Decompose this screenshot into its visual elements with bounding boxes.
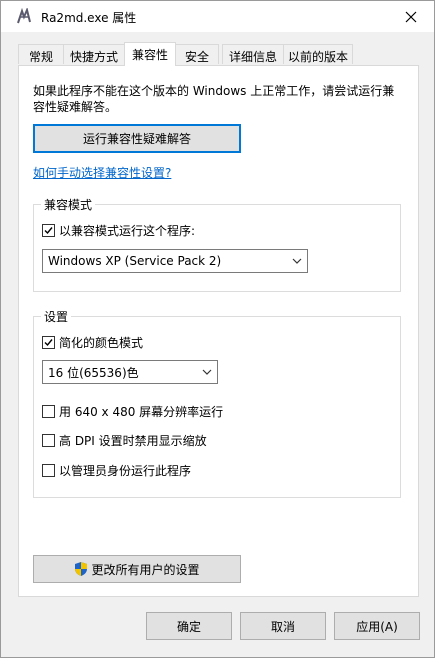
- compatibility-panel: 如果此程序不能在这个版本的 Windows 上正常工作，请尝试运行兼容性疑难解答…: [18, 65, 419, 597]
- compat-mode-label: 以兼容模式运行这个程序:: [59, 224, 196, 238]
- tab-details[interactable]: 详细信息: [222, 44, 284, 64]
- title-bar[interactable]: Ra2md.exe 属性: [1, 1, 434, 32]
- compat-mode-group: 兼容模式 以兼容模式运行这个程序: Windows XP (Service Pa…: [33, 196, 401, 292]
- troubleshoot-button[interactable]: 运行兼容性疑难解答: [33, 124, 241, 153]
- cancel-button[interactable]: 取消: [240, 612, 326, 640]
- intro-text: 如果此程序不能在这个版本的 Windows 上正常工作，请尝试运行兼容性疑难解答…: [33, 84, 395, 114]
- res-640-row[interactable]: 用 640 x 480 屏幕分辨率运行: [42, 403, 223, 420]
- compat-mode-title: 兼容模式: [41, 196, 96, 213]
- window-title: Ra2md.exe 属性: [41, 11, 137, 25]
- checkmark-icon: [44, 227, 53, 235]
- high-dpi-checkbox[interactable]: [42, 434, 55, 447]
- color-depth-select[interactable]: 16 位(65536)色: [42, 360, 218, 384]
- all-users-settings-button[interactable]: 更改所有用户的设置: [33, 555, 241, 583]
- run-admin-checkbox[interactable]: [42, 464, 55, 477]
- compat-mode-checkbox-row[interactable]: 以兼容模式运行这个程序:: [42, 222, 195, 239]
- tab-shortcut[interactable]: 快捷方式: [63, 44, 125, 64]
- run-admin-row[interactable]: 以管理员身份运行此程序: [42, 462, 191, 479]
- all-users-label: 更改所有用户的设置: [91, 562, 200, 577]
- manual-settings-link[interactable]: 如何手动选择兼容性设置?: [33, 164, 171, 181]
- os-version-value: Windows XP (Service Pack 2): [48, 254, 222, 268]
- ok-button[interactable]: 确定: [146, 612, 232, 640]
- tab-general[interactable]: 常规: [18, 44, 64, 64]
- reduced-color-row[interactable]: 简化的颜色模式: [42, 334, 143, 351]
- reduced-color-checkbox[interactable]: [42, 336, 55, 349]
- run-admin-label: 以管理员身份运行此程序: [59, 464, 192, 478]
- chevron-down-icon: [202, 369, 212, 375]
- high-dpi-row[interactable]: 高 DPI 设置时禁用显示缩放: [42, 432, 207, 449]
- tab-security[interactable]: 安全: [175, 44, 219, 64]
- res-640-checkbox[interactable]: [42, 405, 55, 418]
- compat-mode-checkbox[interactable]: [42, 224, 55, 237]
- tab-strip: 常规 快捷方式 兼容性 安全 详细信息 以前的版本: [1, 42, 434, 66]
- close-icon: [405, 11, 417, 22]
- checkmark-icon: [44, 339, 53, 347]
- settings-group: 设置 简化的颜色模式 16 位(65536)色 用 640 x 480 屏幕分辨…: [33, 308, 401, 498]
- app-glyph-icon: [17, 8, 31, 24]
- color-depth-value: 16 位(65536)色: [48, 365, 139, 380]
- chevron-down-icon: [292, 258, 302, 264]
- settings-title: 设置: [41, 308, 72, 325]
- reduced-color-label: 简化的颜色模式: [59, 336, 144, 350]
- high-dpi-label: 高 DPI 设置时禁用显示缩放: [59, 434, 207, 448]
- res-640-label: 用 640 x 480 屏幕分辨率运行: [59, 405, 224, 419]
- tab-previous-versions[interactable]: 以前的版本: [283, 44, 353, 64]
- close-button[interactable]: [388, 1, 434, 32]
- os-version-select[interactable]: Windows XP (Service Pack 2): [42, 249, 308, 273]
- properties-window: Ra2md.exe 属性 常规 快捷方式 兼容性 安全 详细信息 以前的版本 如…: [0, 0, 435, 658]
- uac-shield-icon: [75, 562, 88, 576]
- apply-button[interactable]: 应用(A): [334, 612, 420, 640]
- tab-compatibility[interactable]: 兼容性: [124, 42, 176, 66]
